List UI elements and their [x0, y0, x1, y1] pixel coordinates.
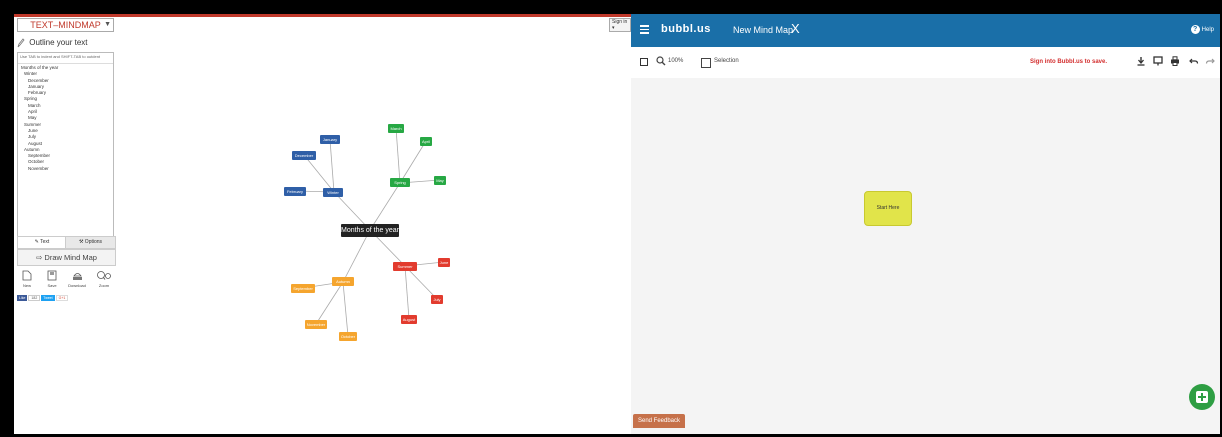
send-feedback-button[interactable]: Send Feedback: [633, 414, 685, 428]
help-button[interactable]: ? Help: [1190, 25, 1214, 34]
close-tab-icon[interactable]: X: [791, 22, 800, 35]
node-march[interactable]: March: [388, 124, 404, 133]
brand-logo: bubbl.us: [661, 23, 711, 35]
node-summer[interactable]: Summer: [393, 262, 417, 271]
bubblus-window: bubbl.us New Mind Map X ? Help 100% Selec…: [631, 14, 1220, 434]
menu-icon[interactable]: [640, 25, 649, 34]
help-icon: ?: [1190, 25, 1200, 34]
redo-icon[interactable]: [1205, 56, 1215, 66]
mind-map-root-node[interactable]: Months of the year: [341, 224, 399, 237]
print-icon[interactable]: [1170, 56, 1180, 66]
help-label: Help: [1201, 27, 1214, 34]
bubble-canvas[interactable]: Start Here: [631, 78, 1220, 434]
node-july[interactable]: July: [431, 295, 443, 304]
node-september[interactable]: September: [291, 284, 315, 293]
undo-icon[interactable]: [1189, 56, 1199, 66]
node-april[interactable]: April: [420, 137, 432, 146]
text2mindmap-window: TEXT–MINDMAP ▼ Sign in ▾ Outline your te…: [14, 14, 631, 434]
node-december[interactable]: December: [292, 151, 316, 160]
node-february[interactable]: February: [284, 187, 306, 196]
start-here-node[interactable]: Start Here: [864, 191, 912, 226]
node-autumn[interactable]: Autumn: [332, 277, 354, 286]
selection-label[interactable]: Selection: [714, 58, 739, 64]
add-bubble-button[interactable]: [1189, 384, 1215, 410]
node-june[interactable]: June: [438, 258, 450, 267]
fit-icon[interactable]: [640, 58, 648, 66]
magnify-icon[interactable]: [656, 56, 666, 66]
node-spring[interactable]: Spring: [390, 178, 410, 187]
node-october[interactable]: October: [339, 332, 357, 341]
selection-checkbox[interactable]: [701, 58, 711, 68]
mind-map-canvas: Months of the year Winter January Decemb…: [14, 14, 631, 434]
editor-toolbar: 100% Selection Sign into Bubbl.us to sav…: [631, 47, 1220, 79]
download-arrow-icon[interactable]: [1136, 56, 1146, 66]
app-header: bubbl.us New Mind Map X ? Help: [631, 14, 1220, 47]
screenshot-frame: TEXT–MINDMAP ▼ Sign in ▾ Outline your te…: [14, 14, 1220, 434]
sign-in-to-save-link[interactable]: Sign into Bubbl.us to save.: [1030, 59, 1107, 65]
mind-map-connectors: [295, 127, 445, 337]
document-tab-title[interactable]: New Mind Map: [733, 25, 793, 35]
node-august[interactable]: August: [401, 315, 417, 324]
node-november[interactable]: November: [305, 320, 327, 329]
zoom-level[interactable]: 100%: [668, 58, 683, 64]
node-may[interactable]: May: [434, 176, 446, 185]
node-january[interactable]: January: [320, 135, 340, 144]
tablet-icon[interactable]: [1153, 56, 1163, 66]
node-winter[interactable]: Winter: [323, 188, 343, 197]
add-icon: [1196, 391, 1208, 403]
